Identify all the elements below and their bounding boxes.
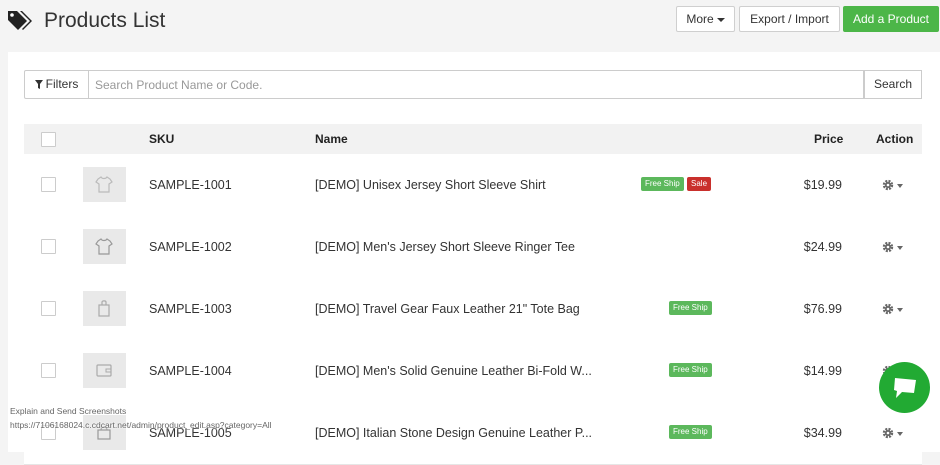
product-name-link[interactable]: [DEMO] Travel Gear Faux Leather 21" Tote… [315, 278, 615, 340]
table-row: SAMPLE-1003 [DEMO] Travel Gear Faux Leat… [24, 278, 922, 341]
product-price: $14.99 [803, 364, 842, 378]
page-title: Products List [44, 9, 166, 32]
free-ship-badge: Free Ship [669, 301, 712, 315]
filter-icon [34, 80, 43, 90]
chat-bubble-icon [894, 378, 916, 398]
product-sku: SAMPLE-1005 [149, 426, 232, 440]
caret-down-icon [716, 17, 725, 22]
add-product-button[interactable]: Add a Product [843, 6, 939, 32]
product-thumbnail[interactable] [83, 291, 126, 326]
select-all-checkbox[interactable] [41, 132, 56, 147]
product-price: $24.99 [803, 240, 842, 254]
product-name-link[interactable]: [DEMO] Men's Jersey Short Sleeve Ringer … [315, 216, 615, 278]
more-label: More [686, 12, 714, 26]
gear-icon[interactable] [881, 240, 895, 254]
bag-icon [98, 300, 110, 317]
shirt-icon [95, 238, 113, 255]
shirt-icon [95, 176, 113, 193]
product-name-link[interactable]: [DEMO] Men's Solid Genuine Leather Bi-Fo… [315, 340, 615, 402]
status-caption: Explain and Send Screenshots [10, 406, 127, 416]
free-ship-badge: Free Ship [669, 425, 712, 439]
product-price: $76.99 [803, 302, 842, 316]
tags-icon [8, 11, 32, 30]
export-import-button[interactable]: Export / Import [739, 6, 840, 32]
caret-down-icon[interactable] [897, 246, 903, 250]
filters-button[interactable]: Filters [24, 70, 89, 99]
search-input[interactable] [89, 70, 864, 99]
product-thumbnail[interactable] [83, 229, 126, 264]
product-sku: SAMPLE-1004 [149, 364, 232, 378]
column-header-action: Action [876, 132, 914, 146]
product-price: $34.99 [803, 426, 842, 440]
column-header-sku[interactable]: SKU [149, 124, 174, 154]
table-row: SAMPLE-1002 [DEMO] Men's Jersey Short Sl… [24, 216, 922, 279]
more-button[interactable]: More [676, 6, 735, 32]
gear-icon[interactable] [881, 302, 895, 316]
status-url: https://7106168024.c.cdcart.net/admin/pr… [10, 420, 272, 430]
product-thumbnail[interactable] [83, 167, 126, 202]
table-row: SAMPLE-1004 [DEMO] Men's Solid Genuine L… [24, 340, 922, 403]
product-thumbnail[interactable] [83, 353, 126, 388]
search-bar: Filters Search [24, 70, 922, 99]
caret-down-icon[interactable] [897, 308, 903, 312]
table-row: SAMPLE-1001 [DEMO] Unisex Jersey Short S… [24, 154, 922, 217]
page-header: Products List More Export / Import Add a… [0, 0, 940, 48]
product-sku: SAMPLE-1001 [149, 178, 232, 192]
product-sku: SAMPLE-1003 [149, 302, 232, 316]
product-name-link[interactable]: [DEMO] Unisex Jersey Short Sleeve Shirt [315, 154, 615, 216]
filters-label: Filters [45, 77, 79, 91]
sale-badge: Sale [687, 177, 712, 191]
wallet-icon [96, 364, 112, 377]
row-checkbox[interactable] [41, 239, 56, 254]
free-ship-badge: Free Ship [641, 177, 684, 191]
free-ship-badge: Free Ship [669, 363, 712, 377]
chat-button[interactable] [879, 362, 930, 413]
product-sku: SAMPLE-1002 [149, 240, 232, 254]
gear-icon[interactable] [881, 426, 895, 440]
search-button[interactable]: Search [864, 70, 922, 99]
caret-down-icon[interactable] [897, 184, 903, 188]
column-header-price[interactable]: Price [814, 124, 843, 154]
product-price: $19.99 [803, 178, 842, 192]
column-header-name[interactable]: Name [315, 124, 348, 154]
caret-down-icon[interactable] [897, 432, 903, 436]
table-row: SAMPLE-1005 [DEMO] Italian Stone Design … [24, 402, 922, 465]
gear-icon[interactable] [881, 178, 895, 192]
table-header: SKU Name Price Action [24, 124, 922, 154]
product-name-link[interactable]: [DEMO] Italian Stone Design Genuine Leat… [315, 402, 615, 464]
row-checkbox[interactable] [41, 363, 56, 378]
row-checkbox[interactable] [41, 301, 56, 316]
row-checkbox[interactable] [41, 177, 56, 192]
